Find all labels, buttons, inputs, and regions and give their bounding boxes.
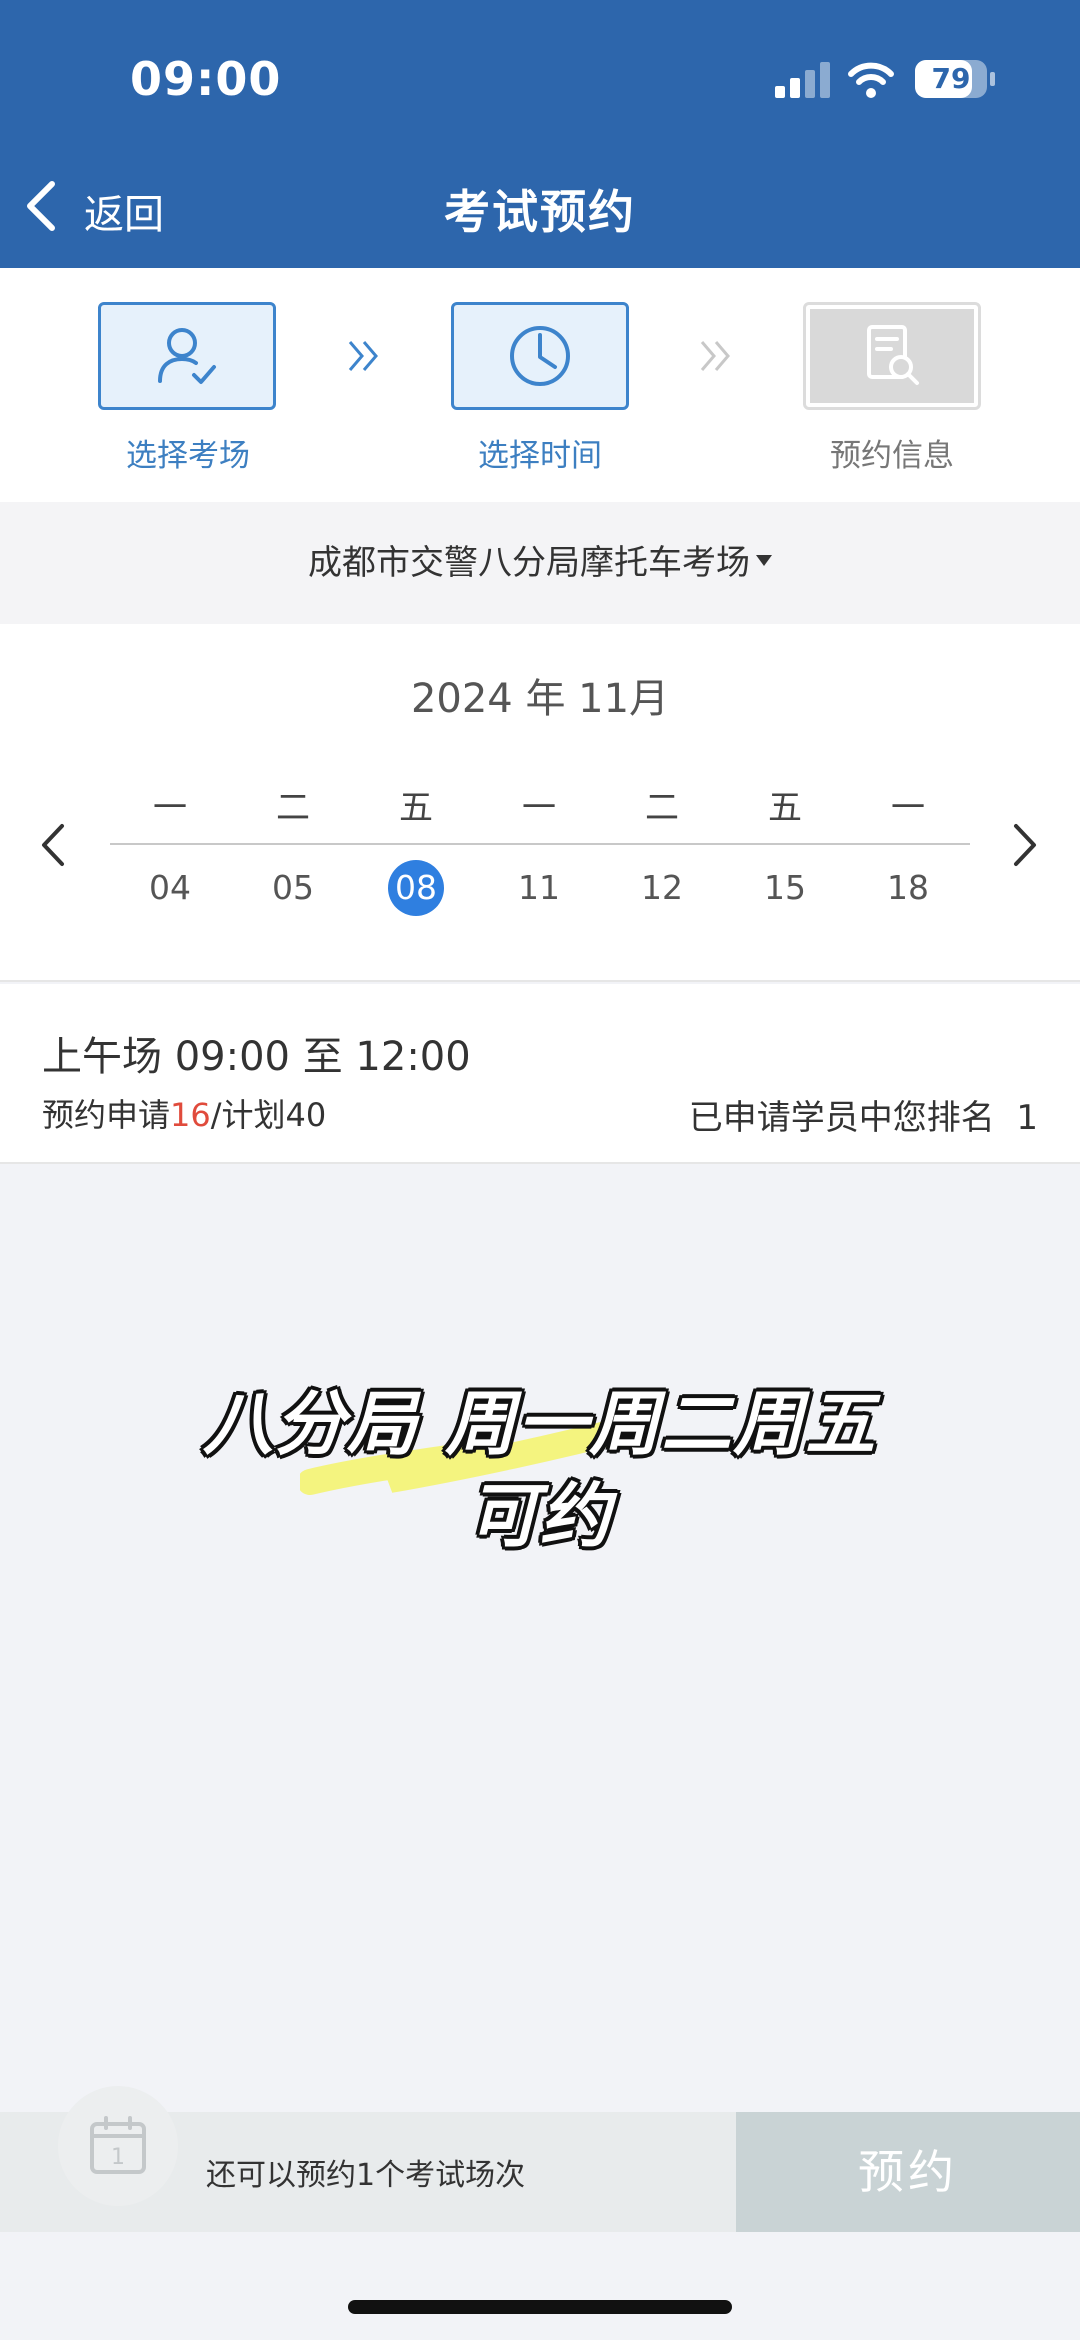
status-time: 09:00: [130, 52, 282, 106]
step-label-info: 预约信息: [830, 438, 954, 474]
step-label-venue: 选择考场: [126, 438, 250, 474]
day-option[interactable]: 12: [634, 860, 690, 916]
caret-down-icon: [756, 555, 772, 566]
svg-text:1: 1: [111, 2145, 125, 2170]
step-progress: 选择考场 选择时间 预约信息: [0, 268, 1080, 502]
overlay-caption-line1: 八分局 周一周二周五: [202, 1383, 878, 1465]
session-quota: 预约申请16/计划40: [42, 1090, 326, 1136]
day-option[interactable]: 18: [880, 860, 936, 916]
session-title: 上午场 09:00 至 12:00: [42, 1034, 471, 1080]
user-check-icon: [158, 328, 216, 384]
document-search-icon: [867, 325, 919, 385]
apply-prefix: 预约申请: [42, 1096, 171, 1134]
session-rank: 已申请学员中您排名 1: [689, 1090, 1038, 1139]
rank-label: 已申请学员中您排名: [688, 1098, 995, 1138]
step-booking-info-inner: [810, 309, 974, 403]
calendar-icon: 1: [90, 2116, 146, 2174]
battery-level: 79: [931, 62, 971, 95]
weekday-label: 五: [768, 788, 802, 828]
battery-cap: [990, 72, 995, 86]
session-item[interactable]: 上午场 09:00 至 12:00 预约申请16/计划40 已申请学员中您排名 …: [0, 984, 1080, 1164]
step-label-time: 选择时间: [478, 438, 602, 474]
day-option[interactable]: 04: [142, 860, 198, 916]
weekday-label: 一: [891, 788, 925, 828]
plan-count: /计划40: [210, 1096, 327, 1134]
step-select-time[interactable]: [451, 302, 629, 410]
clock-icon: [510, 326, 570, 386]
step-booking-info[interactable]: [803, 302, 981, 410]
weekday-label: 二: [276, 788, 310, 828]
battery-icon: 79: [915, 60, 987, 98]
applied-count: 16: [170, 1096, 211, 1134]
day-option[interactable]: 05: [265, 860, 321, 916]
weekday-label: 一: [522, 788, 556, 828]
prev-week-icon[interactable]: [38, 820, 68, 870]
calendar-badge: 1: [58, 2086, 178, 2206]
header: 09:00 79 返回 考试预约: [0, 0, 1080, 268]
double-chevron-icon: [700, 341, 730, 371]
remaining-text: 还可以预约1个考试场次: [206, 2158, 526, 2193]
home-indicator: [348, 2300, 732, 2314]
book-button[interactable]: 预约: [736, 2112, 1080, 2232]
day-option[interactable]: 15: [757, 860, 813, 916]
calendar-divider: [110, 843, 970, 845]
weekday-label: 五: [399, 788, 433, 828]
overlay-caption-line2: 可约: [468, 1475, 612, 1557]
day-option-selected[interactable]: 08: [388, 860, 444, 916]
weekday-label: 二: [645, 788, 679, 828]
rank-value: 1: [1016, 1098, 1038, 1138]
wifi-icon: [848, 62, 894, 98]
double-chevron-icon: [348, 341, 378, 371]
date-picker: 2024 年 11月 一 二 五 一 二 五 一 04 05 08 11 12 …: [0, 624, 1080, 982]
venue-selector[interactable]: 成都市交警八分局摩托车考场: [0, 502, 1080, 624]
venue-name: 成都市交警八分局摩托车考场: [308, 543, 750, 583]
signal-icon: [775, 62, 830, 98]
day-option[interactable]: 11: [511, 860, 567, 916]
step-select-venue[interactable]: [98, 302, 276, 410]
page-title: 考试预约: [444, 185, 636, 239]
weekday-label: 一: [153, 788, 187, 828]
next-week-icon[interactable]: [1010, 820, 1040, 870]
month-label: 2024 年 11月: [410, 676, 670, 722]
